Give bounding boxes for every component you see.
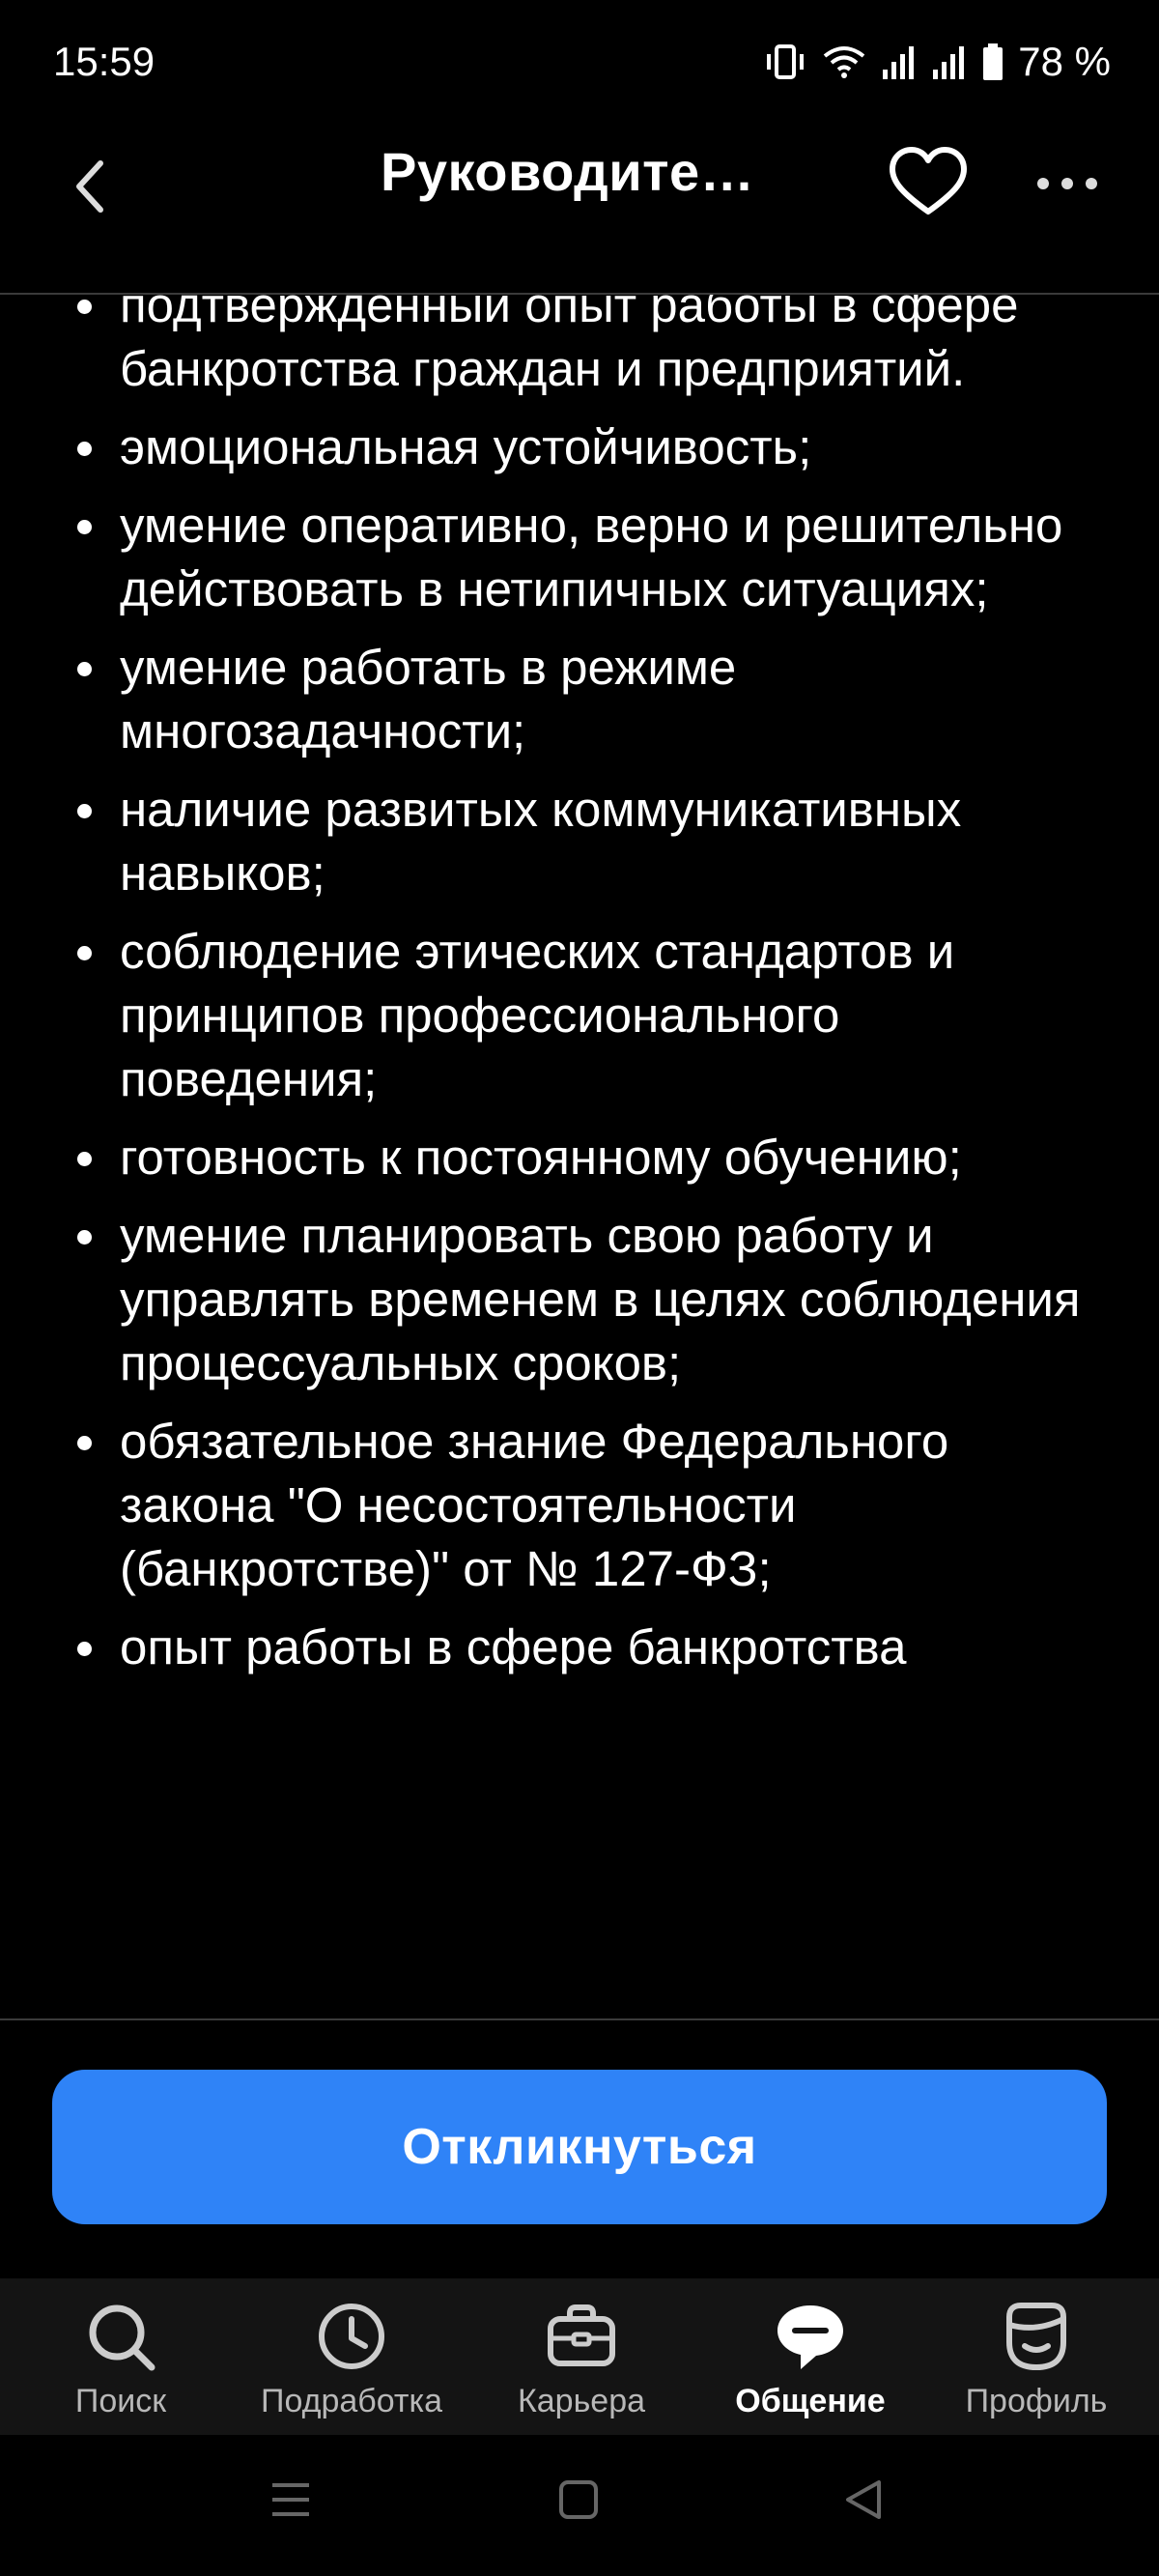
bullet (77, 662, 92, 676)
triangle-back-icon (846, 2480, 881, 2519)
system-back-button[interactable] (842, 2479, 883, 2525)
bullet (77, 1230, 92, 1245)
recent-apps-button[interactable] (270, 2479, 311, 2525)
list-item: соблюдение этических стандартов и принци… (0, 920, 1082, 1111)
list-item: готовность к постоянному обучению; (0, 1126, 1082, 1189)
list-item: обязательное знание Федерального закона … (0, 1410, 1082, 1601)
favorite-button[interactable] (885, 140, 972, 227)
page-title: Руководите… (381, 141, 755, 202)
list-item: наличие развитых коммуникативных навыков… (0, 778, 1082, 905)
system-nav-bar (0, 2435, 1159, 2576)
list-item: эмоциональная устойчивость; (0, 415, 1082, 479)
bullet (77, 1152, 92, 1166)
battery-icon (983, 43, 1004, 80)
list-item: умение планировать свою работу и управля… (0, 1204, 1082, 1395)
app-header: Руководите… (0, 130, 1159, 295)
list-item: подтвержденный опыт работы в сфере банкр… (0, 295, 1082, 401)
bullet (77, 520, 92, 534)
status-time: 15:59 (53, 39, 155, 84)
chat-icon (777, 2305, 843, 2369)
wifi-icon (824, 46, 865, 78)
bullet (77, 1436, 92, 1450)
nav-item-profile[interactable]: Профиль (950, 2278, 1122, 2435)
nav-label: Общение (735, 2383, 886, 2419)
signal-icon (883, 46, 915, 79)
nav-item-career[interactable]: Карьера (495, 2278, 668, 2435)
nav-item-side-job[interactable]: Подработка (240, 2278, 464, 2435)
bottom-nav: Поиск Подработка Карьера Общение Профиль (0, 2278, 1159, 2435)
bullet (77, 804, 92, 818)
bullet (77, 300, 92, 314)
more-button[interactable] (1033, 150, 1101, 217)
menu-lines-icon (272, 2483, 309, 2516)
search-icon (89, 2304, 155, 2371)
home-button[interactable] (558, 2479, 599, 2525)
list-item: умение работать в режиме многозадачности… (0, 636, 1082, 763)
status-icons: 78 % (763, 39, 1111, 85)
vacancy-description[interactable]: подтвержденный опыт работы в сфере банкр… (0, 295, 1159, 2018)
nav-label: Подработка (261, 2383, 442, 2419)
heart-icon (890, 147, 967, 215)
nav-label: Профиль (965, 2383, 1108, 2419)
bullet (77, 1642, 92, 1656)
requirements-list: подтвержденный опыт работы в сфере банкр… (0, 295, 1082, 1694)
back-button[interactable] (60, 148, 127, 225)
signal-icon-2 (933, 46, 965, 79)
chevron-left-icon (76, 160, 103, 213)
bullet (77, 946, 92, 960)
list-item: опыт работы в сфере банкротства (0, 1616, 1082, 1679)
battery-percent: 78 % (1018, 39, 1111, 84)
square-icon (559, 2480, 598, 2519)
nav-label: Карьера (517, 2383, 646, 2419)
status-bar: 15:59 78 % (0, 0, 1159, 130)
profile-icon (1006, 2303, 1066, 2371)
bullet (77, 442, 92, 456)
more-dots-icon (1037, 178, 1097, 189)
vibrate-icon (767, 44, 805, 79)
nav-label: Поиск (74, 2383, 167, 2419)
list-item: умение оперативно, верно и решительно де… (0, 494, 1082, 621)
clock-icon (319, 2304, 384, 2369)
apply-button[interactable]: Откликнуться (52, 2070, 1107, 2224)
briefcase-icon (548, 2304, 615, 2366)
divider (0, 2018, 1159, 2020)
nav-item-chat[interactable]: Общение (717, 2278, 904, 2435)
nav-item-search[interactable]: Поиск (39, 2278, 203, 2435)
